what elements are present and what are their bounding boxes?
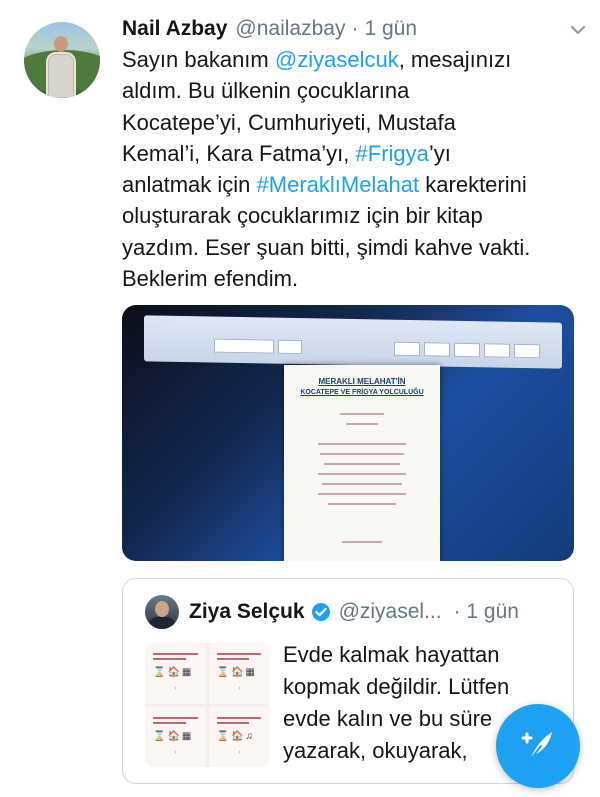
chevron-down-icon[interactable] xyxy=(570,22,586,38)
tweet-header: Nail Azbay @nailazbay · 1 gün xyxy=(122,14,582,44)
tweet-card[interactable]: Nail Azbay @nailazbay · 1 gün Sayın baka… xyxy=(0,0,600,797)
author-display-name[interactable]: Nail Azbay xyxy=(122,17,227,41)
quoted-author-avatar[interactable] xyxy=(145,595,179,629)
quoted-author-handle[interactable]: @ziyasel... xyxy=(339,600,442,624)
tweet-text-line: anlatmak için #MeraklıMelahat karekterin… xyxy=(122,172,527,198)
tweet-text-line: Kemal’i, Kara Fatma’yı, #Frigya’yı xyxy=(122,140,451,166)
hashtag-link[interactable]: #Frigya xyxy=(356,141,429,166)
document-subtitle: KOCATEPE VE FRİGYA YOLCULUĞU xyxy=(300,389,424,396)
tweet-text-line: Kocatepe’yi, Cumhuriyeti, Mustafa xyxy=(122,109,456,135)
compose-tweet-icon xyxy=(521,732,552,761)
quoted-text-line: Evde kalmak hayattan xyxy=(283,642,500,667)
tweet-text-line: aldım. Bu ülkenin çocuklarına xyxy=(122,78,410,104)
separator-dot: · xyxy=(351,17,359,40)
quoted-tweet-header: Ziya Selçuk @ziyasel... · 1 gün xyxy=(189,597,519,627)
document-page-image: MERAKLI MELAHAT'İN KOCATEPE VE FRİGYA YO… xyxy=(284,365,440,561)
quoted-tweet-image[interactable]: ⌛🏠▦ ⌛🏠▦ ⌛🏠▦ ⌛🏠♫ xyxy=(145,643,269,767)
tweet-timestamp[interactable]: 1 gün xyxy=(364,17,417,41)
word-ribbon-image xyxy=(144,315,562,369)
compose-tweet-button[interactable] xyxy=(496,704,580,788)
tweet-text-line: oluşturarak çocuklarımız için bir kitap xyxy=(122,203,483,229)
tweet-photo[interactable]: MERAKLI MELAHAT'İN KOCATEPE VE FRİGYA YO… xyxy=(122,305,574,561)
verified-badge-icon xyxy=(311,603,330,621)
quoted-author-display-name[interactable]: Ziya Selçuk xyxy=(189,600,305,624)
author-handle[interactable]: @nailazbay xyxy=(235,17,345,41)
tweet-text-line: Sayın bakanım @ziyaselcuk, mesajınızı xyxy=(122,47,512,72)
quoted-tweet-timestamp[interactable]: · 1 gün xyxy=(454,600,519,624)
hashtag-link[interactable]: #MeraklıMelahat xyxy=(257,172,420,197)
tweet-text: Sayın bakanım @ziyaselcuk, mesajınızı al… xyxy=(122,44,592,294)
tweet-text-line: Beklerim efendim. xyxy=(122,266,299,292)
mention-link[interactable]: @ziyaselcuk xyxy=(275,47,399,72)
quoted-text-line: kopmak değildir. Lütfen xyxy=(283,674,510,699)
document-title: MERAKLI MELAHAT'İN xyxy=(318,377,406,386)
tweet-text-line: yazdım. Eser şuan bitti, şimdi kahve vak… xyxy=(122,234,531,260)
author-avatar[interactable] xyxy=(24,22,100,98)
